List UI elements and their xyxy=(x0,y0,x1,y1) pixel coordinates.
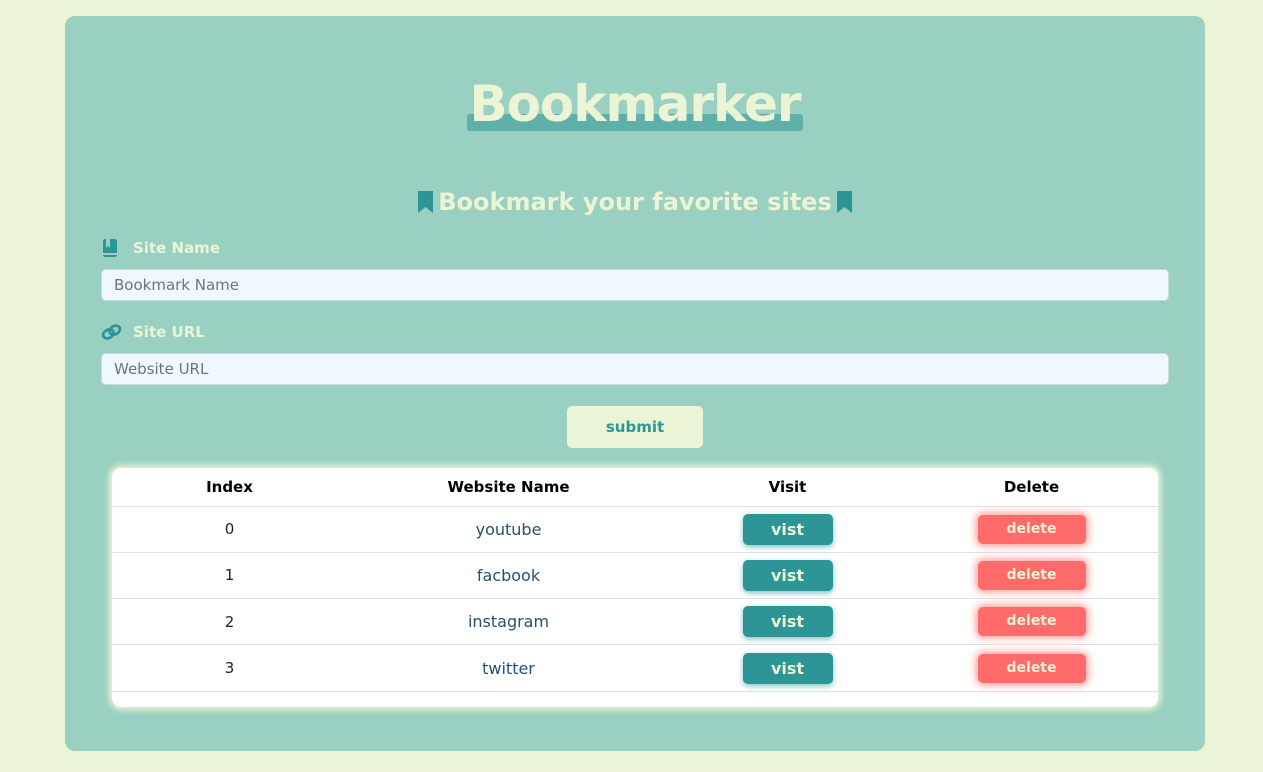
table-row: 2 instagram vist delete xyxy=(112,598,1158,646)
subtitle-text: Bookmark your favorite sites xyxy=(438,188,832,216)
table-body: 0 youtube vist delete 1 facbook vist del… xyxy=(112,506,1158,692)
row-website-name: facbook xyxy=(347,552,670,600)
link-icon xyxy=(101,324,122,340)
column-header-website-name: Website Name xyxy=(347,468,670,507)
site-url-label-text: Site URL xyxy=(133,323,205,341)
visit-button[interactable]: vist xyxy=(742,513,833,545)
site-url-label: Site URL xyxy=(101,322,205,342)
site-name-label-text: Site Name xyxy=(133,239,220,257)
page-subtitle: Bookmark your favorite sites xyxy=(65,186,1205,218)
row-index: 1 xyxy=(112,552,347,600)
delete-button[interactable]: delete xyxy=(977,607,1086,637)
table-row: 3 twitter vist delete xyxy=(112,644,1158,692)
site-url-input[interactable] xyxy=(101,353,1169,385)
row-index: 0 xyxy=(112,506,347,553)
visit-button[interactable]: vist xyxy=(742,652,833,684)
row-website-name: twitter xyxy=(347,644,670,692)
column-header-visit: Visit xyxy=(670,468,905,507)
delete-button[interactable]: delete xyxy=(977,560,1086,590)
row-website-name: youtube xyxy=(347,506,670,553)
row-delete-cell: delete xyxy=(905,552,1158,600)
bookmark-icon xyxy=(836,191,852,213)
table-row: 1 facbook vist delete xyxy=(112,552,1158,600)
book-icon xyxy=(103,239,117,257)
visit-button[interactable]: vist xyxy=(742,606,833,638)
row-visit-cell: vist xyxy=(670,506,905,553)
title-wrap: Bookmarker xyxy=(65,79,1205,131)
page-title: Bookmarker xyxy=(467,79,803,131)
bookmarks-table: Index Website Name Visit Delete 0 youtub… xyxy=(112,468,1158,692)
row-index: 2 xyxy=(112,598,347,646)
row-visit-cell: vist xyxy=(670,644,905,692)
delete-button[interactable]: delete xyxy=(977,514,1086,544)
row-delete-cell: delete xyxy=(905,598,1158,646)
column-header-delete: Delete xyxy=(905,468,1158,507)
table-head: Index Website Name Visit Delete xyxy=(112,468,1158,507)
row-visit-cell: vist xyxy=(670,552,905,600)
row-delete-cell: delete xyxy=(905,644,1158,692)
submit-button[interactable]: submit xyxy=(567,406,703,448)
row-index: 3 xyxy=(112,644,347,692)
table-header-row: Index Website Name Visit Delete xyxy=(112,468,1158,507)
site-name-label: Site Name xyxy=(101,238,220,258)
bookmark-icon xyxy=(418,191,434,213)
delete-button[interactable]: delete xyxy=(977,653,1086,683)
row-website-name: instagram xyxy=(347,598,670,646)
table-row: 0 youtube vist delete xyxy=(112,506,1158,553)
site-name-input[interactable] xyxy=(101,269,1169,301)
bookmarker-card: Bookmarker Bookmark your favorite sites … xyxy=(65,16,1205,751)
row-visit-cell: vist xyxy=(670,598,905,646)
bookmarks-table-container: Index Website Name Visit Delete 0 youtub… xyxy=(112,468,1158,707)
row-delete-cell: delete xyxy=(905,506,1158,553)
page-title-text: Bookmarker xyxy=(469,75,801,133)
column-header-index: Index xyxy=(112,468,347,507)
visit-button[interactable]: vist xyxy=(742,559,833,591)
